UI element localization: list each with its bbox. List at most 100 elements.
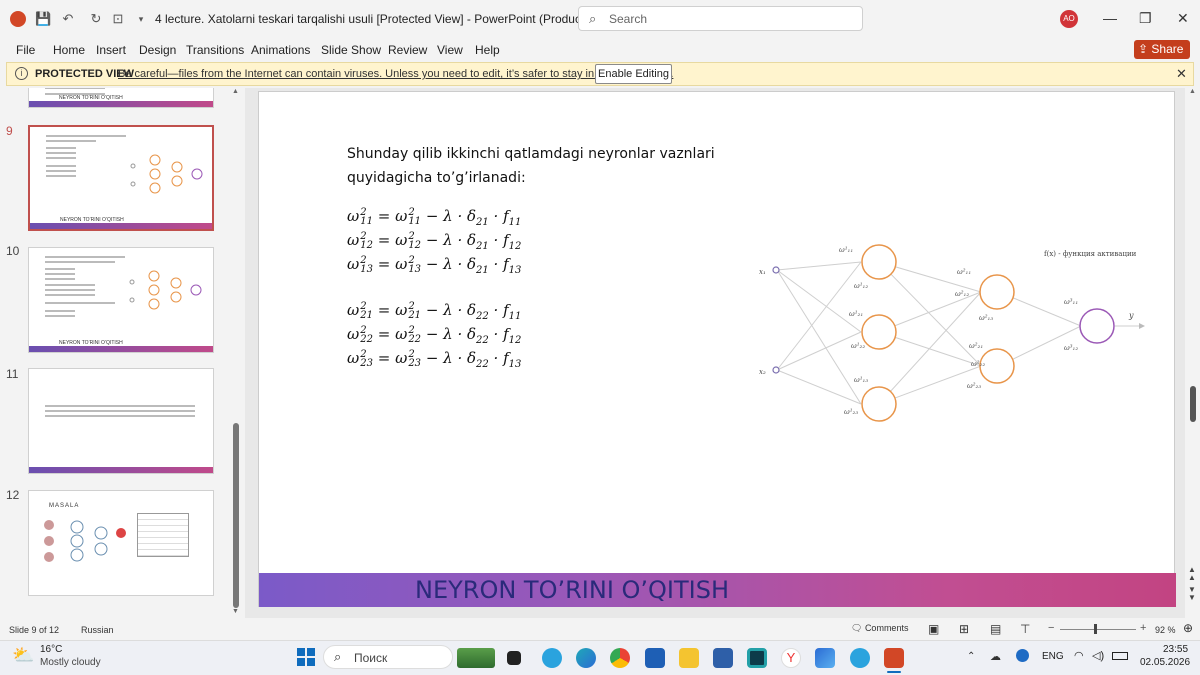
reading-view-icon[interactable]: ▤ xyxy=(990,622,1001,636)
scroll-thumb[interactable] xyxy=(233,423,239,608)
share-button[interactable]: ⇪ Share ▾ xyxy=(1134,40,1190,75)
weight-symbol: ω xyxy=(395,255,408,273)
weight-subscript: 12 xyxy=(408,240,422,251)
slide-body-text[interactable]: Shunday qilib ikkinchi qatlamdagi neyron… xyxy=(347,142,715,190)
redo-icon[interactable]: ↻ xyxy=(88,11,104,27)
slide-thumbnail-11[interactable] xyxy=(28,368,214,474)
zoom-slider[interactable] xyxy=(1060,629,1136,630)
weight-symbol: ω xyxy=(347,301,360,319)
prev-slide-icon[interactable]: ▲ ▲ xyxy=(1188,566,1196,582)
equation-row: ω 2 23 = ω 2 23 − λ · δ22 · f13 xyxy=(347,346,521,370)
wifi-icon[interactable]: ◠ xyxy=(1074,649,1084,662)
equation-block[interactable]: ω 2 11 = ω 2 11 − λ · δ21 · f11 ω 2 12 = ω 2 12 −… xyxy=(347,204,521,370)
edge-icon[interactable] xyxy=(576,648,596,668)
tab-animations[interactable]: Animations xyxy=(251,43,310,57)
slide-thumbnail-9[interactable]: NEYRON TO’RINI O’QITISH xyxy=(28,125,214,231)
lambda-symbol: λ xyxy=(443,325,453,343)
slideshow-view-icon[interactable]: ⊤ xyxy=(1020,622,1030,636)
security-icon[interactable] xyxy=(1016,649,1029,662)
powerpoint-logo-icon xyxy=(10,11,26,27)
slide-sorter-icon[interactable]: ⊞ xyxy=(959,622,969,636)
weather-temp[interactable]: 16°C xyxy=(40,644,62,655)
thumb-band-label: NEYRON TO’RINI O’QITISH xyxy=(59,340,123,346)
minimize-icon[interactable]: — xyxy=(1103,10,1117,26)
task-view-icon[interactable] xyxy=(507,651,521,665)
clock-time[interactable]: 23:55 xyxy=(1163,644,1188,655)
close-icon[interactable]: ✕ xyxy=(1177,10,1189,27)
slide-thumbnail-8[interactable]: NEYRON TO’RINI O’QITISH xyxy=(28,88,214,108)
tab-slideshow[interactable]: Slide Show xyxy=(321,43,381,57)
tray-chevron-icon[interactable]: ⌃ xyxy=(967,651,975,662)
zoom-out-icon[interactable]: − xyxy=(1048,622,1054,634)
enable-editing-button[interactable]: Enable Editing xyxy=(595,64,672,84)
slide-footer-title[interactable]: NEYRON TO’RINI O’QITISH xyxy=(415,576,729,604)
clock-date[interactable]: 02.05.2026 xyxy=(1140,657,1190,668)
slide-thumbnail-10[interactable]: NEYRON TO’RINI O’QITISH xyxy=(28,247,214,353)
taskbar-search[interactable]: ⌕ Поиск xyxy=(323,645,453,669)
thumb-table xyxy=(137,513,189,557)
avatar[interactable]: AO xyxy=(1060,10,1078,28)
search-icon: ⌕ xyxy=(334,649,342,664)
zoom-slider-thumb[interactable] xyxy=(1094,624,1097,634)
restore-icon[interactable]: ❐ xyxy=(1139,10,1152,27)
slide-scrollbar[interactable]: ▲ ▲ ▲ ▼ ▼ xyxy=(1186,88,1200,618)
telegram-badge-icon[interactable] xyxy=(850,648,870,668)
trees-widget-icon[interactable] xyxy=(457,648,495,668)
weight-term: ω 2 11 xyxy=(395,207,421,227)
weight-subscript: 13 xyxy=(408,264,422,275)
tab-file[interactable]: File xyxy=(16,43,35,57)
close-bar-icon[interactable]: ✕ xyxy=(1176,66,1187,82)
undo-icon[interactable]: ↶ xyxy=(60,11,76,27)
tab-home[interactable]: Home xyxy=(53,43,85,57)
tab-help[interactable]: Help xyxy=(475,43,500,57)
chrome-icon[interactable] xyxy=(610,648,630,668)
weather-icon[interactable]: ⛅ xyxy=(12,645,34,666)
file-explorer-icon[interactable] xyxy=(679,648,699,668)
store-icon[interactable] xyxy=(645,648,665,668)
app-icon[interactable] xyxy=(747,648,767,668)
customize-qat-icon[interactable]: ▾ xyxy=(133,11,149,27)
minus-sign: − xyxy=(421,301,444,319)
yandex-icon[interactable]: Y xyxy=(781,648,801,668)
input-language[interactable]: ENG xyxy=(1042,651,1064,662)
battery-icon[interactable] xyxy=(1112,652,1128,660)
scroll-up-icon[interactable]: ▲ xyxy=(1189,88,1196,95)
delta-subscript: 22 xyxy=(476,359,489,370)
vpn-icon[interactable] xyxy=(815,648,835,668)
weather-desc[interactable]: Mostly cloudy xyxy=(40,657,101,668)
search-box[interactable]: ⌕ Search xyxy=(578,6,863,31)
protected-view-message[interactable]: Be careful—files from the Internet can c… xyxy=(118,68,673,80)
zoom-in-icon[interactable]: + xyxy=(1140,622,1146,634)
scroll-thumb[interactable] xyxy=(1190,386,1196,422)
tab-insert[interactable]: Insert xyxy=(96,43,126,57)
slide-indicator[interactable]: Slide 9 of 12 xyxy=(9,625,59,635)
f-subscript: 11 xyxy=(508,311,522,322)
present-icon[interactable]: ⊡ xyxy=(110,11,126,27)
thumbnail-scrollbar[interactable]: ▲ ▼ xyxy=(232,88,241,618)
tab-transitions[interactable]: Transitions xyxy=(186,43,244,57)
input-node-x1 xyxy=(772,266,780,274)
dot-operator: · xyxy=(452,349,467,367)
telegram-icon[interactable] xyxy=(542,648,562,668)
current-slide: Shunday qilib ikkinchi qatlamdagi neyron… xyxy=(258,91,1176,607)
comments-button[interactable]: 🗨 Comments xyxy=(851,623,908,634)
tab-design[interactable]: Design xyxy=(139,43,176,57)
normal-view-icon[interactable]: ▣ xyxy=(928,622,939,636)
next-slide-icon[interactable]: ▼ ▼ xyxy=(1188,586,1196,602)
tab-view[interactable]: View xyxy=(437,43,463,57)
slide-thumbnail-12[interactable]: MASALA xyxy=(28,490,214,596)
start-icon[interactable] xyxy=(297,648,315,666)
powerpoint-taskbar-icon[interactable] xyxy=(884,648,904,668)
scroll-down-icon[interactable]: ▼ xyxy=(232,608,239,615)
fit-to-window-icon[interactable]: ⊕ xyxy=(1183,621,1193,635)
weight-scripts: 2 11 xyxy=(360,208,373,227)
zoom-level[interactable]: 92 % xyxy=(1155,625,1176,635)
input-label-x2: x₂ xyxy=(759,368,766,376)
language-indicator[interactable]: Russian xyxy=(81,625,114,635)
volume-icon[interactable]: ◁) xyxy=(1092,649,1104,662)
photos-icon[interactable] xyxy=(713,648,733,668)
tab-review[interactable]: Review xyxy=(388,43,427,57)
save-icon[interactable]: 💾 xyxy=(35,11,51,27)
scroll-up-icon[interactable]: ▲ xyxy=(232,88,239,95)
onedrive-icon[interactable]: ☁ xyxy=(990,650,1001,663)
